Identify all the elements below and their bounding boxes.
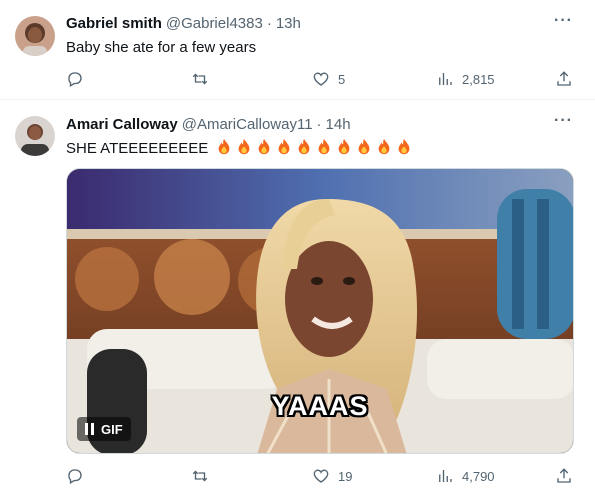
like-icon [313, 72, 329, 86]
like-button[interactable]: 5 [312, 70, 345, 88]
retweet-button[interactable] [191, 70, 217, 88]
separator-dot: · [266, 15, 272, 32]
tweet-header: Gabriel smith @Gabriel4383 · 13h [66, 15, 301, 32]
gif-label: GIF [101, 421, 123, 437]
like-count: 19 [338, 468, 353, 484]
fire-emoji [298, 138, 310, 155]
action-bar: 19 4,790 [66, 467, 576, 487]
retweet-icon [192, 470, 208, 482]
fire-emoji [358, 138, 370, 155]
tweet[interactable]: Amari Calloway @AmariCalloway11 · 14h ··… [0, 100, 595, 500]
share-icon [557, 71, 571, 86]
share-button[interactable] [555, 467, 573, 485]
like-icon [313, 469, 329, 483]
tweet-text: SHE ATEEEEEEEEE [66, 138, 414, 157]
reply-button[interactable] [66, 467, 92, 485]
like-button[interactable]: 19 [312, 467, 352, 485]
share-icon [557, 468, 571, 483]
fire-emoji [218, 138, 230, 155]
gif-badge[interactable]: GIF [77, 417, 131, 441]
action-bar: 5 2,815 [66, 70, 576, 90]
fire-emoji-row [214, 138, 414, 156]
author-handle[interactable]: @Gabriel4383 [166, 15, 263, 32]
share-button[interactable] [555, 70, 573, 88]
fire-emoji [238, 138, 250, 155]
author-name[interactable]: Gabriel smith [66, 15, 162, 32]
fire-emoji [258, 138, 270, 155]
view-count: 2,815 [462, 71, 495, 87]
fire-emoji [318, 138, 330, 155]
gif-caption: YAAAS [271, 391, 369, 421]
timestamp[interactable]: 14h [326, 116, 351, 133]
fire-emoji [338, 138, 350, 155]
retweet-icon [192, 73, 208, 85]
more-icon[interactable]: ··· [554, 12, 573, 30]
views-button[interactable]: 2,815 [436, 70, 495, 88]
fire-emoji [278, 138, 290, 155]
author-handle[interactable]: @AmariCalloway11 [182, 116, 313, 133]
tweet[interactable]: Gabriel smith @Gabriel4383 · 13h ··· Bab… [0, 0, 595, 100]
views-button[interactable]: 4,790 [436, 467, 495, 485]
reply-icon [68, 72, 82, 87]
views-icon [439, 470, 452, 482]
fire-emoji [378, 138, 390, 155]
reply-button[interactable] [66, 70, 92, 88]
author-name[interactable]: Amari Calloway [66, 116, 178, 133]
view-count: 4,790 [462, 468, 495, 484]
fire-emoji [398, 138, 410, 155]
tweet-text-content: SHE ATEEEEEEEEE [66, 140, 209, 157]
retweet-button[interactable] [191, 467, 217, 485]
gif-media[interactable]: YAAAS GIF [66, 168, 574, 454]
views-icon [439, 73, 452, 85]
tweet-text: Baby she ate for a few years [66, 39, 257, 56]
pause-icon[interactable] [85, 423, 95, 435]
tweet-header: Amari Calloway @AmariCalloway11 · 14h [66, 116, 351, 133]
avatar[interactable] [15, 16, 55, 56]
separator-dot: · [316, 116, 322, 133]
reply-icon [68, 469, 82, 484]
avatar[interactable] [15, 116, 55, 156]
timestamp[interactable]: 13h [276, 15, 301, 32]
more-icon[interactable]: ··· [554, 112, 573, 130]
like-count: 5 [338, 71, 346, 87]
